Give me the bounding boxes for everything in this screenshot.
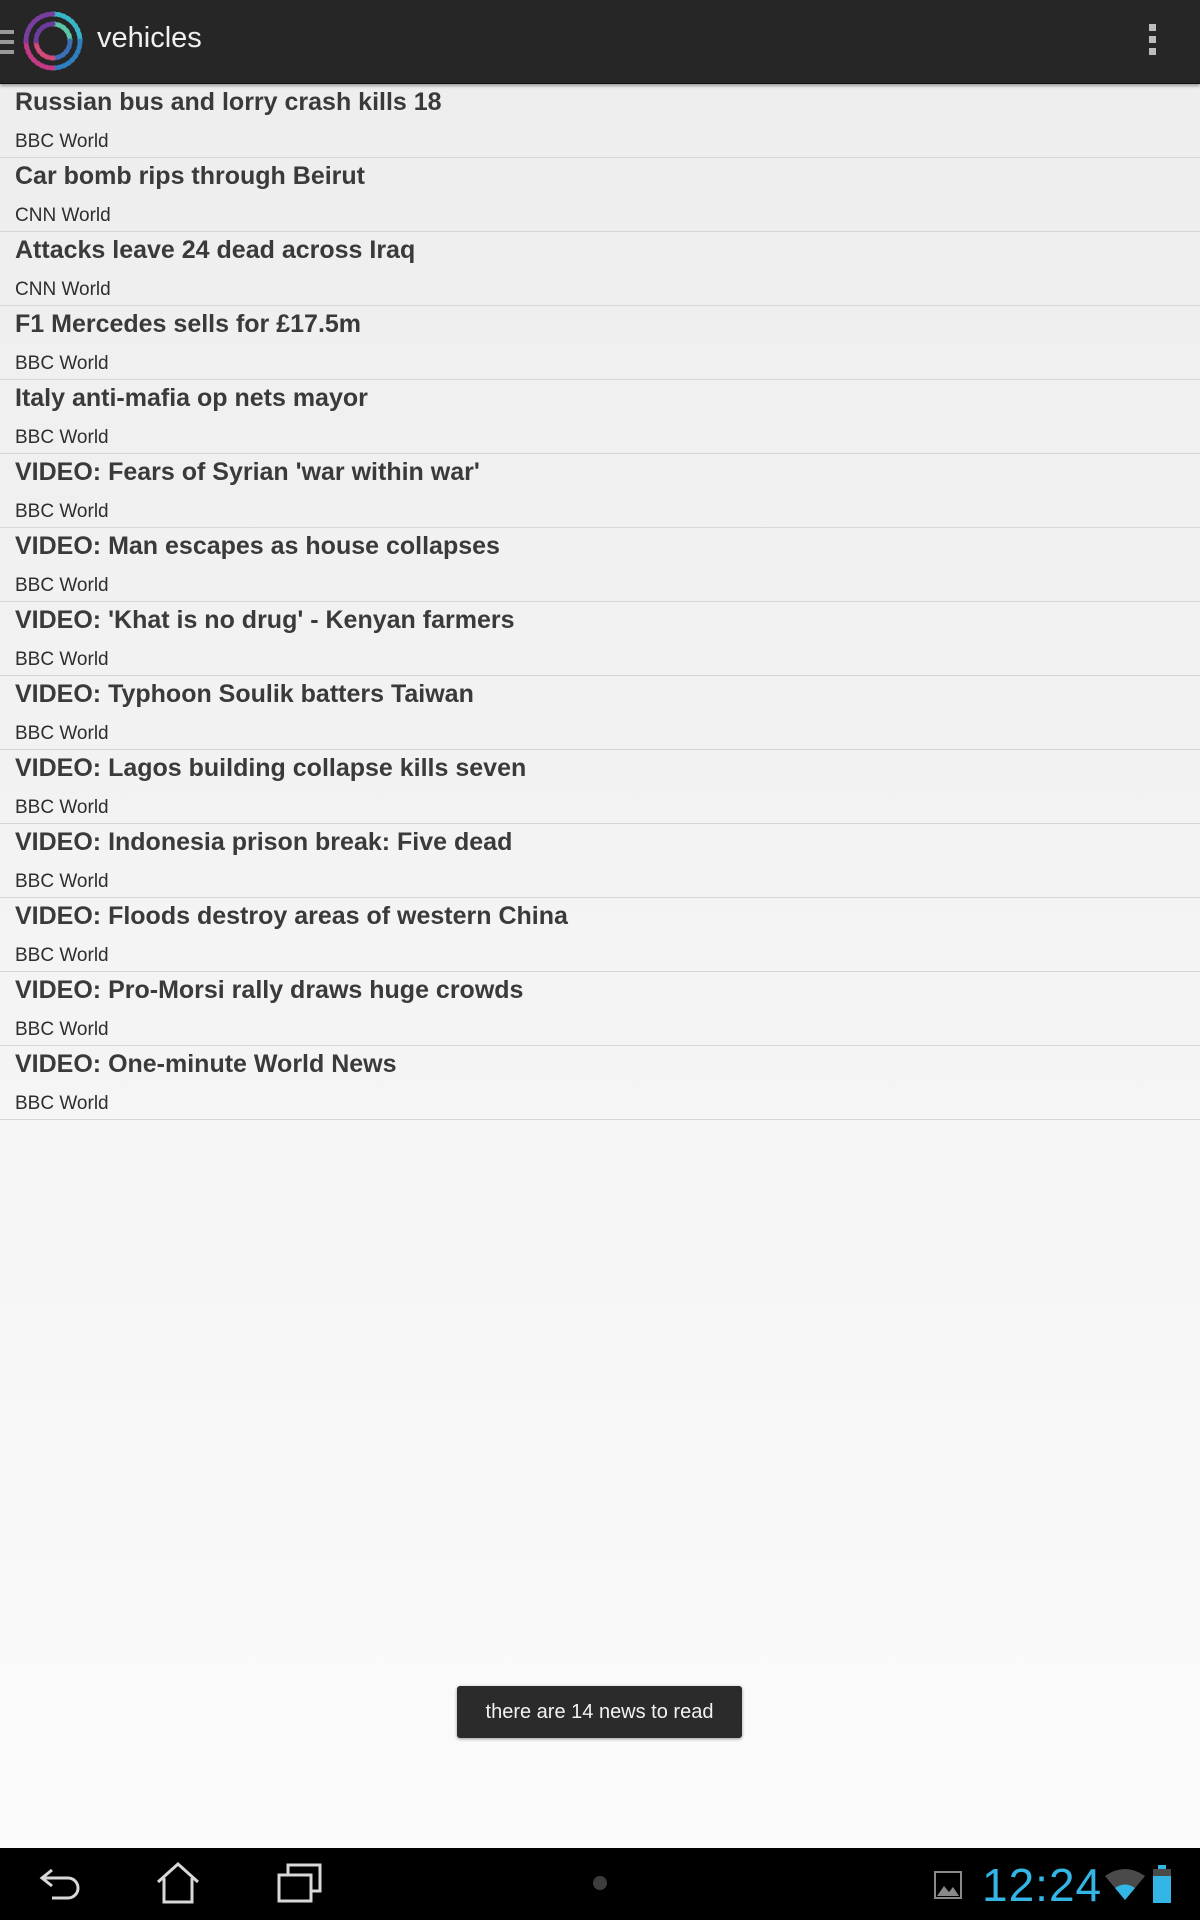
news-source: BBC World xyxy=(15,797,109,818)
news-source: BBC World xyxy=(15,945,109,966)
list-item[interactable]: VIDEO: Indonesia prison break: Five dead… xyxy=(0,824,1200,898)
list-item[interactable]: F1 Mercedes sells for £17.5m BBC World xyxy=(0,306,1200,380)
news-title: VIDEO: Typhoon Soulik batters Taiwan xyxy=(15,680,474,708)
news-title: VIDEO: Man escapes as house collapses xyxy=(15,532,500,560)
list-item[interactable]: VIDEO: 'Khat is no drug' - Kenyan farmer… xyxy=(0,602,1200,676)
list-item[interactable]: VIDEO: Pro-Morsi rally draws huge crowds… xyxy=(0,972,1200,1046)
battery-icon xyxy=(1153,1865,1171,1903)
news-title: VIDEO: One-minute World News xyxy=(15,1050,397,1078)
news-title: VIDEO: Pro-Morsi rally draws huge crowds xyxy=(15,976,524,1004)
wifi-icon xyxy=(1105,1869,1145,1900)
news-source: BBC World xyxy=(15,1093,109,1114)
news-title: F1 Mercedes sells for £17.5m xyxy=(15,310,362,338)
home-icon[interactable] xyxy=(155,1861,201,1905)
news-title: Italy anti-mafia op nets mayor xyxy=(15,384,368,412)
notification-dot xyxy=(593,1876,607,1890)
news-source: BBC World xyxy=(15,575,109,596)
back-icon[interactable] xyxy=(38,1864,86,1904)
news-source: BBC World xyxy=(15,649,109,670)
gallery-notification-icon[interactable] xyxy=(933,1870,963,1900)
status-clock: 12:24 xyxy=(982,1859,1103,1911)
news-source: BBC World xyxy=(15,353,109,374)
list-item[interactable]: Car bomb rips through Beirut CNN World xyxy=(0,158,1200,232)
news-source: CNN World xyxy=(15,279,111,300)
list-item[interactable]: VIDEO: Man escapes as house collapses BB… xyxy=(0,528,1200,602)
news-source: BBC World xyxy=(15,501,109,522)
news-source: BBC World xyxy=(15,871,109,892)
news-title: Russian bus and lorry crash kills 18 xyxy=(15,88,442,116)
list-item[interactable]: VIDEO: Lagos building collapse kills sev… xyxy=(0,750,1200,824)
toast-message: there are 14 news to read xyxy=(457,1686,742,1738)
news-source: CNN World xyxy=(15,205,111,226)
news-title: VIDEO: Fears of Syrian 'war within war' xyxy=(15,458,480,486)
news-title: VIDEO: Lagos building collapse kills sev… xyxy=(15,754,527,782)
system-navigation-bar: 12:24 xyxy=(0,1848,1200,1920)
list-item[interactable]: Italy anti-mafia op nets mayor BBC World xyxy=(0,380,1200,454)
news-title: Car bomb rips through Beirut xyxy=(15,162,365,190)
hamburger-icon[interactable] xyxy=(0,30,14,54)
list-item[interactable]: Russian bus and lorry crash kills 18 BBC… xyxy=(0,84,1200,158)
list-item[interactable]: VIDEO: Floods destroy areas of western C… xyxy=(0,898,1200,972)
news-source: BBC World xyxy=(15,723,109,744)
list-item[interactable]: VIDEO: One-minute World News BBC World xyxy=(0,1046,1200,1120)
recent-apps-icon[interactable] xyxy=(276,1862,324,1904)
action-bar: vehicles xyxy=(0,0,1200,84)
news-title: VIDEO: Indonesia prison break: Five dead xyxy=(15,828,513,856)
app-logo-icon[interactable] xyxy=(20,8,86,74)
list-item[interactable]: VIDEO: Typhoon Soulik batters Taiwan BBC… xyxy=(0,676,1200,750)
news-title: Attacks leave 24 dead across Iraq xyxy=(15,236,416,264)
news-list: Russian bus and lorry crash kills 18 BBC… xyxy=(0,84,1200,1120)
news-source: BBC World xyxy=(15,427,109,448)
app-title: vehicles xyxy=(97,22,202,54)
news-source: BBC World xyxy=(15,131,109,152)
news-title: VIDEO: 'Khat is no drug' - Kenyan farmer… xyxy=(15,606,515,634)
list-item[interactable]: Attacks leave 24 dead across Iraq CNN Wo… xyxy=(0,232,1200,306)
list-item[interactable]: VIDEO: Fears of Syrian 'war within war' … xyxy=(0,454,1200,528)
news-title: VIDEO: Floods destroy areas of western C… xyxy=(15,902,568,930)
overflow-menu-icon[interactable] xyxy=(1140,24,1164,60)
news-source: BBC World xyxy=(15,1019,109,1040)
